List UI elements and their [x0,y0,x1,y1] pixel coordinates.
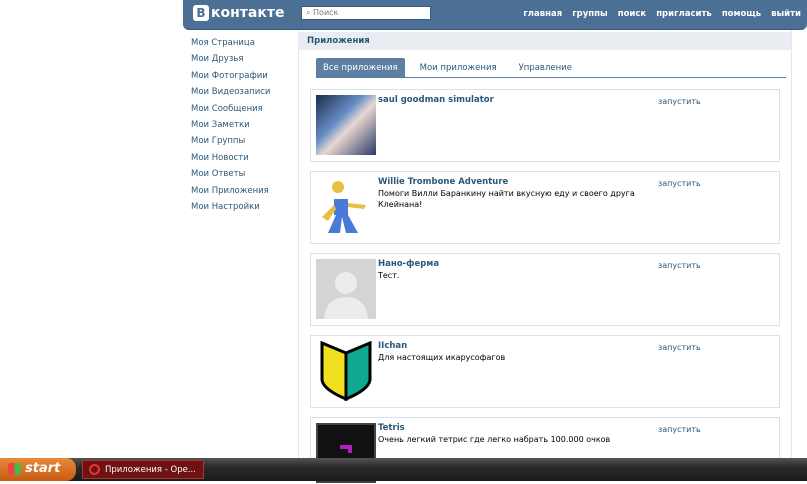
sidebar-item[interactable]: Моя Страница [191,37,270,53]
page-title: Приложения [299,32,791,50]
app-title[interactable]: saul goodman simulator [378,95,494,105]
app-description: Для настоящих икарусофагов [378,353,506,362]
sidebar-item[interactable]: Мои Настройки [191,201,270,217]
tab-my-apps[interactable]: Мои приложения [413,58,504,77]
opera-icon [89,464,100,475]
nav-invite[interactable]: пригласить [656,9,712,19]
launch-link[interactable]: запустить [658,97,701,106]
app-thumbnail[interactable] [316,95,376,155]
tab-all-apps[interactable]: Все приложения [316,58,405,77]
taskbar-window-button[interactable]: Приложения - Ope... [82,460,204,479]
sidebar-item[interactable]: Мои Сообщения [191,103,270,119]
sidebar-item[interactable]: Мои Заметки [191,119,270,135]
app-title[interactable]: IIchan [378,341,407,351]
app-description: Тест. [378,271,400,280]
app-title[interactable]: Нано-ферма [378,259,439,269]
app-card: Нано-ферма Тест. запустить [310,253,780,326]
default-avatar-icon[interactable] [316,259,376,319]
main-panel: Приложения Все приложения Мои приложения… [298,30,792,483]
app-title[interactable]: Willie Trombone Adventure [378,177,508,187]
sidebar: Моя Страница Мои Друзья Мои Фотографии М… [191,37,270,217]
app-card: Willie Trombone Adventure Помоги Вилли Б… [310,171,780,244]
sidebar-item[interactable]: Мои Группы [191,135,270,151]
sidebar-item[interactable]: Мои Новости [191,152,270,168]
app-title[interactable]: Tetris [378,423,405,433]
sidebar-item[interactable]: Мои Друзья [191,53,270,69]
launch-link[interactable]: запустить [658,261,701,270]
top-header: Вконтакте ⌕ Поиск главная группы поиск п… [183,0,807,30]
search-placeholder: Поиск [313,8,339,17]
launch-link[interactable]: запустить [658,343,701,352]
taskbar: start Приложения - Ope... [0,458,807,481]
tabs: Все приложения Мои приложения Управление [316,58,786,78]
nav-logout[interactable]: выйти [771,9,801,19]
nav-groups[interactable]: группы [572,9,608,19]
nav-help[interactable]: помощь [722,9,761,19]
top-nav: главная группы поиск пригласить помощь в… [523,9,801,19]
tab-manage[interactable]: Управление [512,58,579,77]
wakaba-leaf-icon[interactable] [316,340,376,402]
vk-logo[interactable]: Вконтакте [193,5,284,21]
launch-link[interactable]: запустить [658,179,701,188]
app-card: IIchan Для настоящих икарусофагов запуст… [310,335,780,408]
search-input[interactable]: ⌕ Поиск [301,6,431,20]
app-thumbnail[interactable] [316,177,376,237]
sidebar-item[interactable]: Мои Ответы [191,168,270,184]
windows-logo-icon [8,463,21,475]
sidebar-item[interactable]: Мои Фотографии [191,70,270,86]
sidebar-item[interactable]: Мои Приложения [191,185,270,201]
app-card: saul goodman simulator запустить [310,89,780,162]
app-description: Помоги Вилли Баранкину найти вкусную еду… [378,189,635,209]
app-description: Очень легкий тетрис где легко набрать 10… [378,435,611,444]
nav-search[interactable]: поиск [618,9,646,19]
start-button[interactable]: start [0,458,76,481]
launch-link[interactable]: запустить [658,425,701,434]
sidebar-item[interactable]: Мои Видеозаписи [191,86,270,102]
nav-home[interactable]: главная [523,9,562,19]
